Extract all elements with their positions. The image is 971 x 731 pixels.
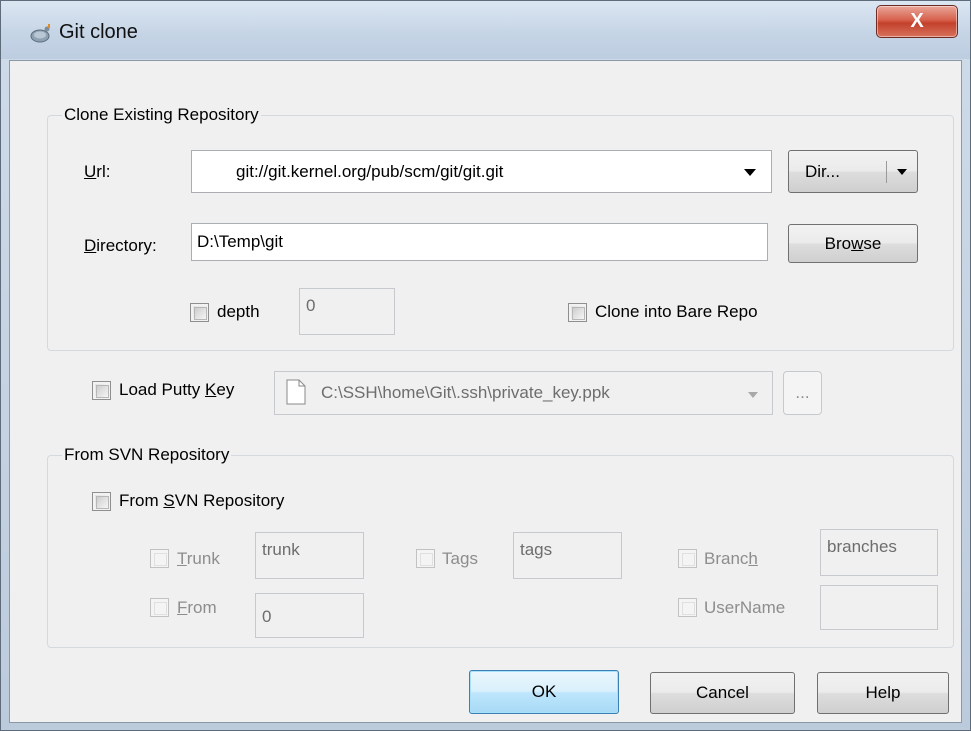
dir-dropdown-arrow-icon[interactable]: [897, 169, 907, 175]
window-title: Git clone: [59, 21, 138, 43]
trunk-value: trunk: [262, 540, 300, 559]
branch-input[interactable]: branches: [820, 529, 938, 576]
tags-checkbox[interactable]: [416, 549, 435, 568]
close-button[interactable]: X: [876, 5, 958, 38]
depth-checkbox[interactable]: [190, 303, 209, 322]
username-input[interactable]: [820, 585, 938, 630]
load-putty-key-label: Load Putty Key: [119, 380, 235, 399]
from-svn-label: From SVN Repository: [119, 491, 285, 510]
dialog-body: Clone Existing Repository Url: git://git…: [9, 60, 962, 723]
svn-group-label: From SVN Repository: [62, 445, 232, 465]
clone-existing-group-label: Clone Existing Repository: [62, 105, 261, 125]
username-label: UserName: [704, 598, 786, 617]
url-label: Url:: [84, 162, 111, 181]
putty-key-combobox[interactable]: C:\SSH\home\Git\.ssh\private_key.ppk: [274, 371, 773, 415]
branch-checkbox[interactable]: [678, 549, 697, 568]
trunk-input[interactable]: trunk: [255, 532, 364, 579]
putty-key-path: C:\SSH\home\Git\.ssh\private_key.ppk: [321, 383, 610, 402]
url-dropdown-arrow-icon[interactable]: [744, 169, 756, 176]
tags-label: Tags: [442, 549, 478, 568]
trunk-label: Trunk: [177, 549, 220, 568]
putty-key-dropdown-arrow-icon[interactable]: [748, 392, 758, 398]
url-combobox[interactable]: git://git.kernel.org/pub/scm/git/git.git: [191, 150, 772, 193]
file-icon: [286, 379, 306, 405]
title-bar[interactable]: Git clone X: [1, 1, 970, 59]
username-checkbox[interactable]: [678, 598, 697, 617]
depth-label: depth: [217, 302, 260, 321]
cancel-button[interactable]: Cancel: [650, 672, 795, 714]
branch-value: branches: [827, 537, 897, 556]
help-button-label: Help: [865, 683, 901, 702]
putty-key-browse-button[interactable]: ...: [783, 371, 822, 415]
bare-repo-checkbox[interactable]: [568, 303, 587, 322]
dir-button-label: Dir...: [805, 161, 840, 181]
directory-value: D:\Temp\git: [197, 232, 283, 251]
git-clone-dialog: Git clone X Clone Existing Repository Ur…: [0, 0, 971, 731]
putty-key-browse-label: ...: [795, 383, 810, 402]
help-button[interactable]: Help: [817, 672, 949, 714]
branch-label: Branch: [704, 549, 758, 568]
tortoisegit-icon: [30, 24, 50, 43]
browse-button[interactable]: Browse: [788, 224, 918, 263]
bare-repo-label: Clone into Bare Repo: [595, 302, 758, 321]
from-revision-value: 0: [262, 607, 272, 626]
cancel-button-label: Cancel: [696, 683, 749, 702]
depth-value: 0: [306, 296, 316, 315]
browse-button-label: Browse: [824, 233, 882, 253]
from-revision-label: From: [177, 598, 217, 617]
depth-input[interactable]: 0: [299, 288, 395, 335]
ok-button-label: OK: [531, 682, 557, 701]
trunk-checkbox[interactable]: [150, 549, 169, 568]
ok-button[interactable]: OK: [469, 670, 619, 714]
dir-split-separator: [886, 161, 887, 183]
url-value: git://git.kernel.org/pub/scm/git/git.git: [236, 161, 504, 181]
from-revision-checkbox[interactable]: [150, 598, 169, 617]
tags-value: tags: [520, 540, 553, 559]
load-putty-key-checkbox[interactable]: [92, 381, 111, 400]
from-revision-input[interactable]: 0: [255, 593, 364, 638]
directory-label: Directory:: [84, 236, 157, 255]
tags-input[interactable]: tags: [513, 532, 622, 579]
directory-input[interactable]: D:\Temp\git: [191, 223, 768, 261]
from-svn-checkbox[interactable]: [92, 492, 111, 511]
